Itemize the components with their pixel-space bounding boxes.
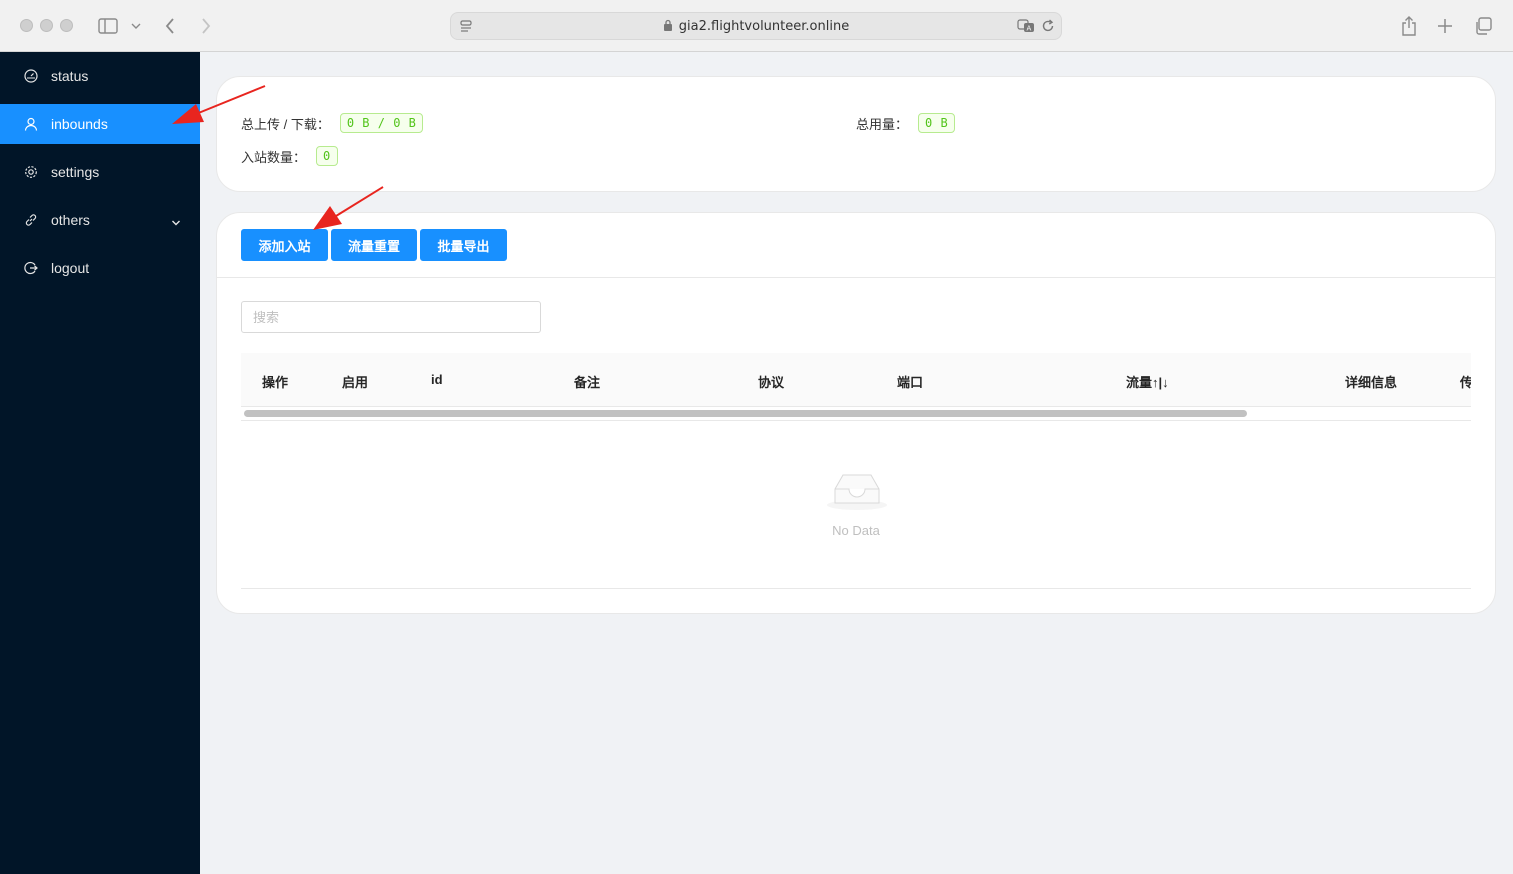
- column-header-truncated: 传: [1460, 372, 1471, 391]
- column-header-enable: 启用: [342, 375, 369, 390]
- column-header-id: id: [431, 372, 443, 387]
- inbound-count-tag: 0: [316, 146, 338, 166]
- zoom-window-button[interactable]: [60, 19, 73, 32]
- column-header-actions: 操作: [262, 375, 289, 390]
- chevron-down-icon[interactable]: [128, 14, 144, 38]
- sidebar-item-inbounds[interactable]: inbounds: [0, 104, 200, 144]
- sidebar-item-label: status: [51, 68, 89, 84]
- usage-label: 总用量：: [856, 116, 909, 132]
- card-header-divider: [217, 277, 1495, 278]
- table-header: 操作 启用 id 备注 协议 端口 流量↑|↓ 详细信息 传: [241, 353, 1471, 407]
- search-input[interactable]: [241, 301, 541, 333]
- user-icon: [23, 116, 39, 132]
- traffic-value-tag: 0 B / 0 B: [339, 113, 424, 133]
- sidebar-item-status[interactable]: status: [0, 56, 200, 96]
- no-data-text: No Data: [832, 523, 880, 538]
- sidebar-item-settings[interactable]: settings: [0, 152, 200, 192]
- share-icon[interactable]: [1398, 14, 1420, 38]
- inbound-count-stat: 入站数量： 0: [241, 146, 338, 166]
- usage-stat: 总用量： 0 B: [856, 113, 956, 133]
- link-icon: [23, 212, 39, 228]
- reload-icon[interactable]: [1041, 19, 1055, 38]
- column-header-details: 详细信息: [1345, 375, 1398, 390]
- new-tab-icon[interactable]: [1434, 14, 1456, 38]
- tab-overview-icon[interactable]: [1472, 14, 1494, 38]
- usage-value-tag: 0 B: [918, 113, 956, 133]
- back-icon[interactable]: [160, 14, 180, 38]
- sidebar-toggle-icon[interactable]: [96, 14, 120, 38]
- main-content: 总上传 / 下载： 0 B / 0 B 总用量： 0 B 入站数量： 0 添加入…: [200, 52, 1513, 874]
- table-empty-state: No Data: [241, 423, 1471, 589]
- logout-icon: [23, 260, 39, 276]
- translate-icon[interactable]: A: [1017, 19, 1035, 38]
- inbounds-card: 添加入站 流量重置 批量导出 操作 启用 id 备注 协议 端口 流量↑|↓ 详…: [216, 212, 1496, 614]
- traffic-label: 总上传 / 下载：: [241, 116, 330, 132]
- dashboard-icon: [23, 68, 39, 84]
- sidebar-item-others[interactable]: others: [0, 200, 200, 240]
- lock-icon: [663, 19, 673, 35]
- column-header-port: 端口: [897, 375, 924, 390]
- inbound-count-label: 入站数量：: [241, 149, 307, 165]
- forward-icon[interactable]: [196, 14, 216, 38]
- url-text: gia2.flightvolunteer.online: [451, 19, 1061, 35]
- column-header-protocol: 协议: [758, 375, 785, 390]
- address-bar[interactable]: gia2.flightvolunteer.online A: [450, 12, 1062, 40]
- browser-toolbar: gia2.flightvolunteer.online A: [0, 0, 1513, 52]
- add-inbound-button[interactable]: 添加入站: [241, 229, 328, 261]
- sidebar-item-label: others: [51, 212, 90, 228]
- stats-card: 总上传 / 下载： 0 B / 0 B 总用量： 0 B 入站数量： 0: [216, 76, 1496, 192]
- gear-icon: [23, 164, 39, 180]
- sidebar-item-label: inbounds: [51, 116, 108, 132]
- sidebar-item-logout[interactable]: logout: [0, 248, 200, 288]
- svg-text:A: A: [1027, 25, 1032, 33]
- scrollbar-thumb[interactable]: [244, 410, 1247, 417]
- minimize-window-button[interactable]: [40, 19, 53, 32]
- sidebar-item-label: logout: [51, 260, 90, 276]
- traffic-stat: 总上传 / 下载： 0 B / 0 B: [241, 113, 424, 133]
- close-window-button[interactable]: [20, 19, 33, 32]
- reset-traffic-button[interactable]: 流量重置: [331, 229, 417, 261]
- column-header-traffic[interactable]: 流量↑|↓: [1126, 372, 1169, 391]
- chevron-down-icon[interactable]: [171, 214, 181, 230]
- table-horizontal-scrollbar[interactable]: [241, 407, 1471, 421]
- url-label: gia2.flightvolunteer.online: [678, 19, 850, 34]
- column-header-remark: 备注: [574, 375, 601, 390]
- sidebar: status inbounds settings others logout: [0, 52, 200, 874]
- sidebar-item-label: settings: [51, 164, 100, 180]
- batch-export-button[interactable]: 批量导出: [420, 229, 507, 261]
- empty-inbox-icon: [825, 469, 889, 516]
